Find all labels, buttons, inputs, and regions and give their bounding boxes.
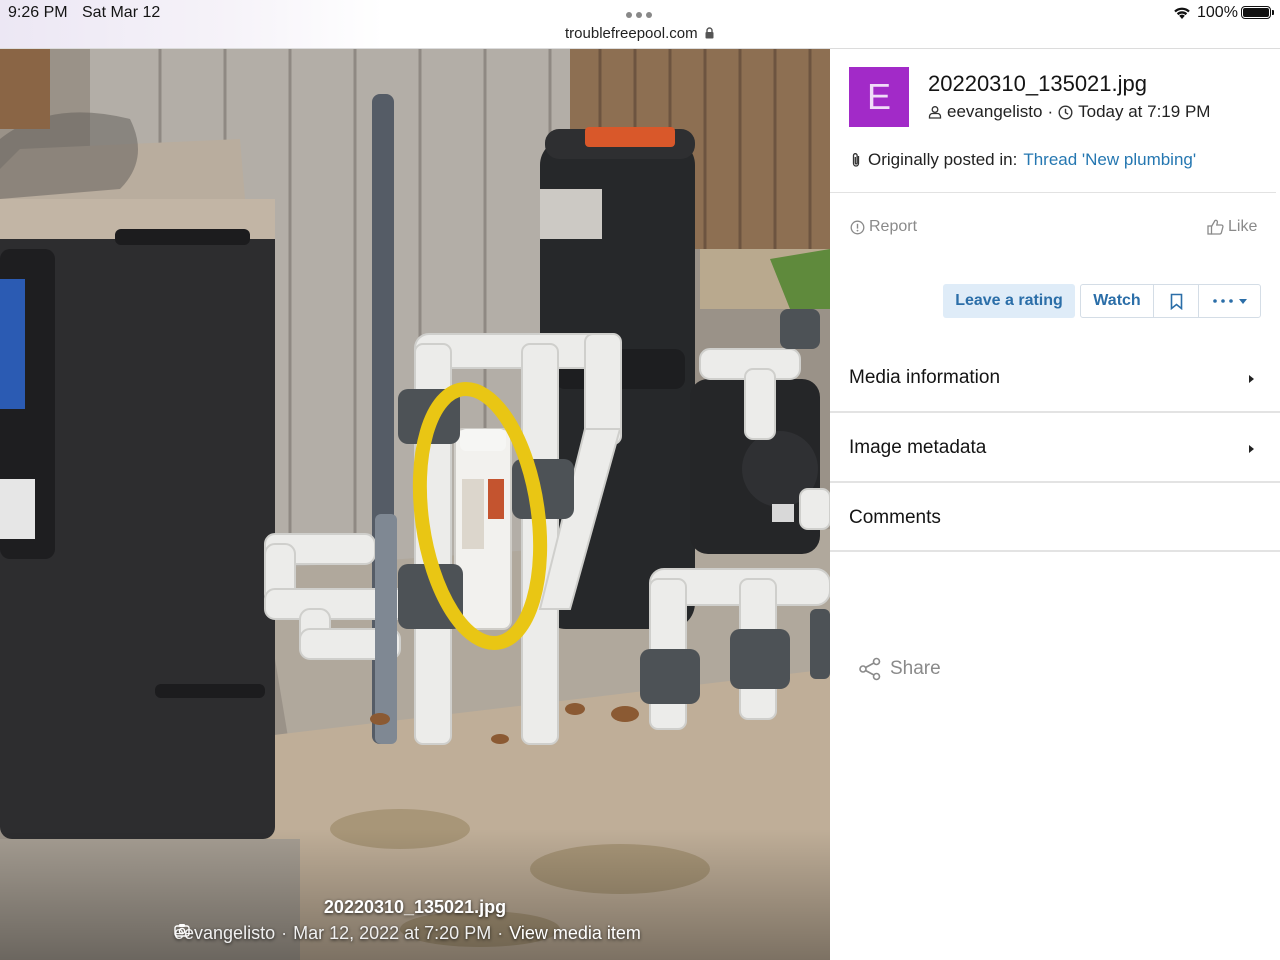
originally-posted-label: Originally posted in: <box>868 150 1018 169</box>
originally-posted: Originally posted in: Thread 'New plumbi… <box>850 150 1196 170</box>
battery-icon <box>1241 6 1274 19</box>
caption-title: 20220310_135021.jpg <box>323 897 507 917</box>
alert-circle-icon <box>850 220 865 234</box>
thread-link[interactable]: Thread 'New plumbing' <box>1023 150 1196 170</box>
thumbs-up-icon <box>1207 219 1224 235</box>
caption-meta: eevangelisto · Mar 12, 2022 at 7:20 PM ·… <box>174 923 641 944</box>
author-link[interactable]: eevangelisto <box>947 102 1042 122</box>
caret-down-icon <box>1238 298 1247 304</box>
camera-icon <box>174 924 190 937</box>
multitasking-dots-icon[interactable] <box>626 12 652 18</box>
like-button[interactable]: Like <box>1207 218 1257 236</box>
media-byline: eevangelisto · Today at 7:19 PM <box>928 102 1210 122</box>
bookmark-button[interactable] <box>1154 285 1199 317</box>
leave-rating-button[interactable]: Leave a rating <box>943 284 1075 318</box>
battery-percent: 100% <box>1197 4 1238 21</box>
divider <box>830 550 1280 552</box>
address-bar-url[interactable]: troublefreepool.com <box>565 25 698 42</box>
status-date: Sat Mar 12 <box>82 4 161 21</box>
byline-separator: · <box>1047 102 1054 121</box>
media-image[interactable]: 20220310_135021.jpg eevangelisto · Mar 1… <box>0 49 830 960</box>
comments-section[interactable]: Comments <box>830 483 1280 553</box>
report-button[interactable]: Report <box>850 218 917 236</box>
user-icon <box>928 106 942 119</box>
caption-separator: · <box>497 923 504 943</box>
ellipsis-icon <box>1212 299 1233 303</box>
clock-icon <box>1058 104 1073 120</box>
caret-right-icon <box>1249 445 1254 453</box>
caret-right-icon <box>1249 375 1254 383</box>
status-bar: 9:26 PM Sat Mar 12 troublefreepool.com 1… <box>0 0 1280 49</box>
watch-button[interactable]: Watch <box>1081 285 1154 317</box>
share-icon <box>859 657 881 681</box>
media-side-panel: E 20220310_135021.jpg eevangelisto · Tod… <box>830 49 1280 960</box>
share-label: Share <box>890 658 941 679</box>
share-button[interactable]: Share <box>858 657 941 681</box>
like-label: Like <box>1228 218 1258 235</box>
status-time: 9:26 PM <box>8 4 68 21</box>
caption-date: Mar 12, 2022 at 7:20 PM <box>293 923 492 943</box>
avatar[interactable]: E <box>849 67 909 127</box>
caption-separator: · <box>281 923 288 943</box>
image-metadata-label: Image metadata <box>849 437 987 458</box>
media-information-label: Media information <box>849 367 1001 388</box>
media-information-section[interactable]: Media information <box>830 343 1280 413</box>
view-media-item-link[interactable]: View media item <box>174 923 641 944</box>
media-filename: 20220310_135021.jpg <box>928 71 1148 96</box>
pool-equipment-photo <box>0 49 830 960</box>
wifi-icon <box>1174 7 1190 19</box>
media-action-group: Watch <box>1080 284 1261 318</box>
more-options-button[interactable] <box>1199 285 1260 317</box>
paperclip-icon <box>852 153 860 167</box>
lock-icon <box>705 27 714 39</box>
comments-label: Comments <box>849 507 941 528</box>
divider <box>830 192 1276 193</box>
report-label: Report <box>869 218 918 235</box>
posted-time: Today at 7:19 PM <box>1078 102 1211 121</box>
bookmark-icon <box>1170 293 1182 310</box>
view-media-item-label: View media item <box>509 923 641 943</box>
image-metadata-section[interactable]: Image metadata <box>830 413 1280 483</box>
